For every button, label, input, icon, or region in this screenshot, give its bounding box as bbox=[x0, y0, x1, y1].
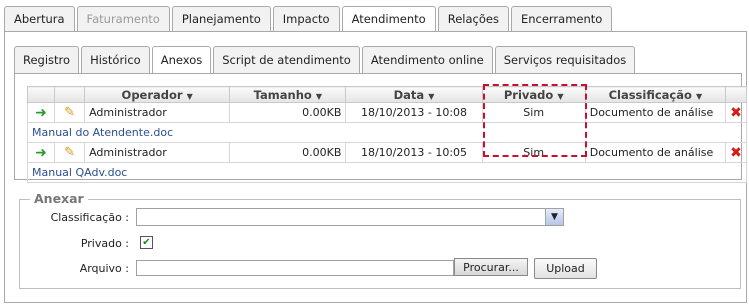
file-row: Manual do Atendente.doc bbox=[27, 122, 747, 143]
edit-cell[interactable]: ✎ bbox=[54, 142, 86, 163]
tab-historico[interactable]: Histórico bbox=[81, 46, 150, 74]
open-arrow-icon[interactable]: ➜ bbox=[35, 105, 47, 121]
header-delete bbox=[724, 86, 748, 103]
tab-abertura[interactable]: Abertura bbox=[4, 6, 75, 32]
privado-cell: Sim bbox=[481, 102, 586, 123]
classificacao-label: Classificação : bbox=[50, 211, 129, 224]
sort-down-icon: ▼ bbox=[557, 91, 564, 101]
chevron-down-icon[interactable]: ▼ bbox=[545, 209, 563, 225]
sort-down-icon: ▼ bbox=[428, 91, 435, 101]
header-privado-label: Privado bbox=[503, 87, 554, 102]
header-tamanho-label: Tamanho bbox=[253, 87, 312, 102]
tab-impacto[interactable]: Impacto bbox=[272, 6, 340, 32]
header-classificacao-label: Classificação bbox=[608, 87, 692, 102]
open-cell[interactable]: ➜ bbox=[26, 102, 56, 123]
privado-label: Privado : bbox=[80, 237, 129, 250]
sort-down-icon: ▼ bbox=[315, 91, 322, 101]
delete-cell[interactable]: ✖ bbox=[724, 142, 748, 163]
sub-tab-bar: Registro Histórico Anexos Script de aten… bbox=[14, 46, 637, 75]
edit-cell[interactable]: ✎ bbox=[54, 102, 86, 123]
classificacao-cell: Documento de análise bbox=[584, 142, 726, 163]
header-data-label: Data bbox=[393, 87, 425, 102]
tab-servicos-requisitados[interactable]: Serviços requisitados bbox=[494, 46, 636, 74]
tab-script-atendimento[interactable]: Script de atendimento bbox=[213, 46, 360, 74]
sort-down-icon: ▼ bbox=[695, 91, 703, 101]
tab-encerramento[interactable]: Encerramento bbox=[510, 6, 613, 32]
tamanho-cell: 0.00KB bbox=[229, 142, 347, 163]
delete-x-icon[interactable]: ✖ bbox=[730, 145, 742, 161]
tab-anexos[interactable]: Anexos bbox=[151, 46, 212, 75]
header-operador[interactable]: Operador ▼ bbox=[84, 86, 231, 103]
classificacao-select[interactable]: ▼ bbox=[136, 208, 564, 226]
file-row: Manual QAdv.doc bbox=[27, 162, 747, 183]
pencil-icon[interactable]: ✎ bbox=[64, 105, 75, 120]
pencil-icon[interactable]: ✎ bbox=[64, 145, 75, 160]
tab-registro[interactable]: Registro bbox=[14, 46, 80, 74]
upload-button[interactable]: Upload bbox=[534, 258, 597, 279]
header-privado[interactable]: Privado ▼ bbox=[481, 86, 586, 103]
table-header-row: Operador ▼ Tamanho ▼ Data ▼ Privado ▼ Cl… bbox=[26, 86, 748, 103]
table-row: ➜ ✎ Administrador 0.00KB 18/10/2013 - 10… bbox=[26, 102, 748, 123]
browse-button[interactable]: Procurar... bbox=[454, 258, 528, 276]
operador-cell: Administrador bbox=[84, 142, 231, 163]
anexar-legend: Anexar bbox=[30, 191, 88, 206]
data-cell: 18/10/2013 - 10:05 bbox=[345, 142, 483, 163]
tab-planejamento[interactable]: Planejamento bbox=[171, 6, 271, 32]
header-open bbox=[26, 86, 56, 103]
tab-atendimento-online[interactable]: Atendimento online bbox=[361, 46, 493, 74]
open-arrow-icon[interactable]: ➜ bbox=[35, 145, 47, 161]
tab-faturamento: Faturamento bbox=[76, 6, 170, 32]
header-data[interactable]: Data ▼ bbox=[345, 86, 483, 103]
table-row: ➜ ✎ Administrador 0.00KB 18/10/2013 - 10… bbox=[26, 142, 748, 163]
delete-x-icon[interactable]: ✖ bbox=[730, 105, 742, 121]
top-tab-bar: Abertura Faturamento Planejamento Impact… bbox=[4, 6, 614, 33]
header-operador-label: Operador bbox=[121, 87, 183, 102]
arquivo-input[interactable] bbox=[136, 260, 454, 276]
header-classificacao[interactable]: Classificação ▼ bbox=[584, 86, 726, 103]
attachments-table: Operador ▼ Tamanho ▼ Data ▼ Privado ▼ Cl… bbox=[26, 86, 748, 183]
delete-cell[interactable]: ✖ bbox=[724, 102, 748, 123]
header-tamanho[interactable]: Tamanho ▼ bbox=[229, 86, 347, 103]
open-cell[interactable]: ➜ bbox=[26, 142, 56, 163]
data-cell: 18/10/2013 - 10:08 bbox=[345, 102, 483, 123]
privado-checkbox[interactable]: ✔ bbox=[140, 236, 153, 249]
file-link[interactable]: Manual QAdv.doc bbox=[27, 162, 747, 183]
file-link[interactable]: Manual do Atendente.doc bbox=[27, 122, 747, 143]
arquivo-label: Arquivo : bbox=[79, 262, 129, 275]
operador-cell: Administrador bbox=[84, 102, 231, 123]
classificacao-cell: Documento de análise bbox=[584, 102, 726, 123]
tab-relacoes[interactable]: Relações bbox=[437, 6, 509, 32]
privado-cell: Sim bbox=[481, 142, 586, 163]
header-edit bbox=[54, 86, 86, 103]
tab-atendimento[interactable]: Atendimento bbox=[341, 6, 436, 33]
tamanho-cell: 0.00KB bbox=[229, 102, 347, 123]
sort-down-icon: ▼ bbox=[186, 91, 193, 101]
